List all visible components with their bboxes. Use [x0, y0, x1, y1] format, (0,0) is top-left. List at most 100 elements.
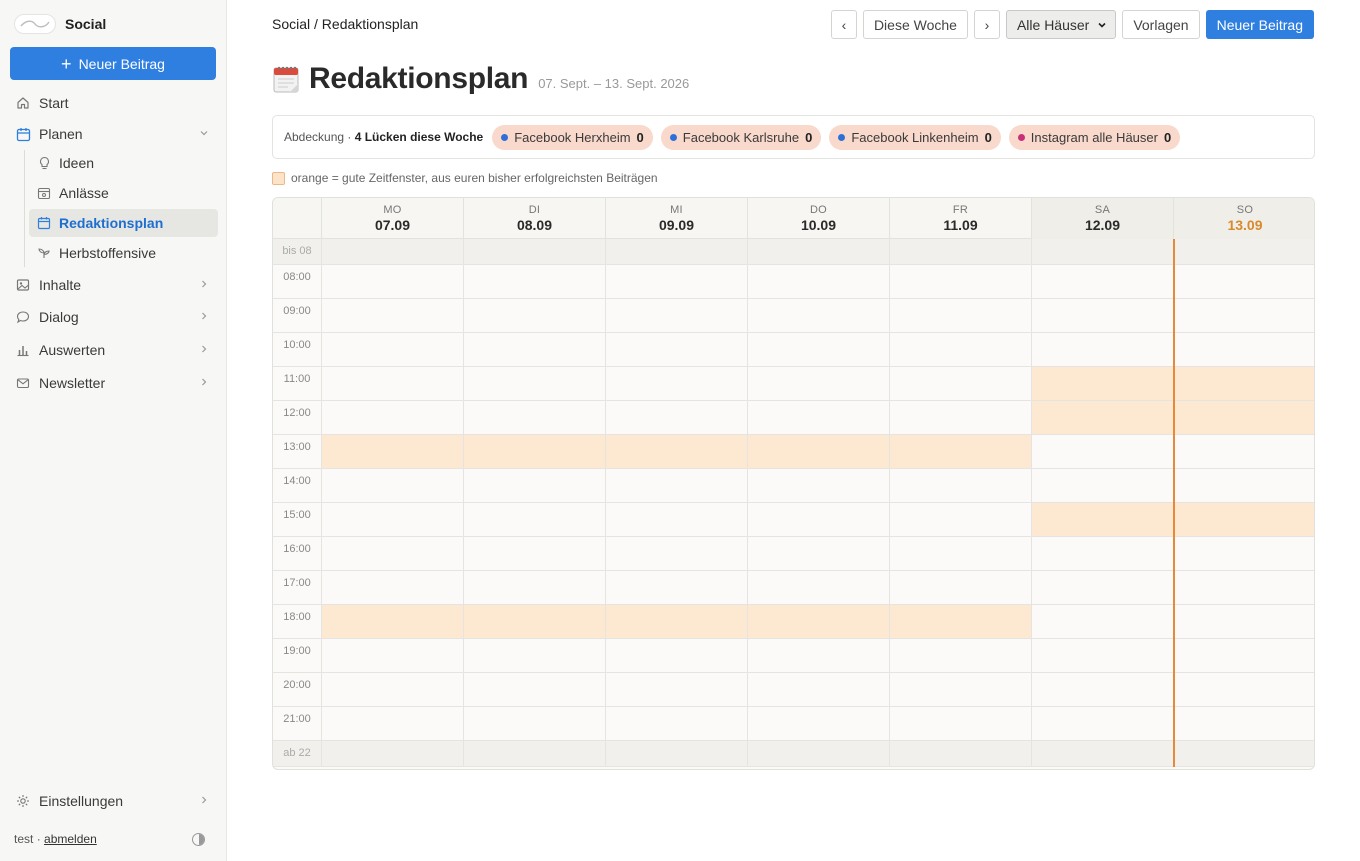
time-slot[interactable]	[321, 707, 463, 740]
time-slot[interactable]	[1031, 673, 1173, 706]
new-post-button[interactable]: Neuer Beitrag	[1205, 10, 1314, 39]
time-slot[interactable]	[605, 401, 747, 434]
sidebar-item-auswerten[interactable]: Auswerten	[10, 336, 218, 364]
time-slot-good[interactable]	[463, 435, 605, 468]
time-slot[interactable]	[1031, 571, 1173, 604]
time-slot[interactable]	[321, 673, 463, 706]
brand[interactable]: Social	[14, 12, 106, 36]
time-slot[interactable]	[463, 673, 605, 706]
coverage-chip[interactable]: Facebook Karlsruhe 0	[660, 124, 822, 150]
time-slot[interactable]	[889, 673, 1031, 706]
time-slot-good[interactable]	[1031, 503, 1173, 536]
time-slot[interactable]	[1173, 239, 1314, 264]
time-slot[interactable]	[1173, 639, 1314, 672]
time-slot[interactable]	[463, 741, 605, 766]
sidebar-item-einstellungen[interactable]: Einstellungen	[10, 787, 218, 815]
time-slot[interactable]	[747, 333, 889, 366]
time-slot[interactable]	[1031, 707, 1173, 740]
time-slot-good[interactable]	[747, 435, 889, 468]
coverage-chip[interactable]: Facebook Herxheim 0	[492, 124, 653, 150]
time-slot[interactable]	[1031, 639, 1173, 672]
time-slot[interactable]	[463, 707, 605, 740]
sidebar-item-planen[interactable]: Planen	[10, 120, 218, 148]
time-slot[interactable]	[1173, 299, 1314, 332]
time-slot-good[interactable]	[1173, 367, 1314, 400]
time-slot[interactable]	[889, 741, 1031, 766]
time-slot[interactable]	[1173, 435, 1314, 468]
time-slot[interactable]	[605, 503, 747, 536]
logout-link[interactable]: abmelden	[44, 832, 97, 846]
time-slot[interactable]	[889, 333, 1031, 366]
time-slot[interactable]	[889, 469, 1031, 502]
this-week-button[interactable]: Diese Woche	[862, 10, 968, 39]
sidebar-item-inhalte[interactable]: Inhalte	[10, 271, 218, 299]
time-slot[interactable]	[1031, 605, 1173, 638]
new-post-sidebar-button[interactable]: + Neuer Beitrag	[10, 47, 216, 80]
next-week-button[interactable]: ›	[973, 10, 1000, 39]
time-slot[interactable]	[605, 639, 747, 672]
time-slot[interactable]	[747, 741, 889, 766]
day-header[interactable]: DO 10.09	[747, 198, 889, 239]
time-slot[interactable]	[1031, 741, 1173, 766]
time-slot[interactable]	[1173, 265, 1314, 298]
time-slot[interactable]	[321, 239, 463, 264]
time-slot[interactable]	[889, 503, 1031, 536]
time-slot-good[interactable]	[889, 605, 1031, 638]
time-slot[interactable]	[605, 265, 747, 298]
day-header[interactable]: SA 12.09	[1031, 198, 1173, 239]
time-slot-good[interactable]	[1173, 503, 1314, 536]
prev-week-button[interactable]: ‹	[830, 10, 857, 39]
time-slot[interactable]	[463, 265, 605, 298]
time-slot[interactable]	[1031, 333, 1173, 366]
day-header[interactable]: SO 13.09	[1173, 198, 1314, 239]
time-slot[interactable]	[889, 537, 1031, 570]
time-slot[interactable]	[1173, 707, 1314, 740]
time-slot[interactable]	[463, 299, 605, 332]
time-slot[interactable]	[321, 571, 463, 604]
time-slot[interactable]	[889, 639, 1031, 672]
time-slot[interactable]	[605, 367, 747, 400]
time-slot[interactable]	[605, 239, 747, 264]
time-slot[interactable]	[321, 333, 463, 366]
day-header[interactable]: FR 11.09	[889, 198, 1031, 239]
time-slot[interactable]	[747, 299, 889, 332]
time-slot[interactable]	[1173, 333, 1314, 366]
house-select[interactable]: Alle Häuser	[1005, 10, 1117, 39]
time-slot[interactable]	[889, 367, 1031, 400]
sidebar-subitem-herbstoffensive[interactable]: Herbstoffensive	[29, 239, 218, 267]
time-slot[interactable]	[321, 299, 463, 332]
time-slot[interactable]	[321, 503, 463, 536]
sidebar-item-dialog[interactable]: Dialog	[10, 303, 218, 331]
time-slot[interactable]	[1173, 673, 1314, 706]
sidebar-subitem-ideen[interactable]: Ideen	[29, 149, 218, 177]
time-slot[interactable]	[1031, 239, 1173, 264]
time-slot-good[interactable]	[605, 605, 747, 638]
time-slot[interactable]	[605, 537, 747, 570]
day-header[interactable]: DI 08.09	[463, 198, 605, 239]
time-slot[interactable]	[747, 239, 889, 264]
time-slot[interactable]	[747, 503, 889, 536]
time-slot[interactable]	[321, 401, 463, 434]
time-slot[interactable]	[463, 401, 605, 434]
time-slot[interactable]	[321, 265, 463, 298]
time-slot[interactable]	[889, 265, 1031, 298]
coverage-chip[interactable]: Facebook Linkenheim 0	[829, 124, 1001, 150]
time-slot[interactable]	[889, 571, 1031, 604]
time-slot[interactable]	[747, 401, 889, 434]
time-slot[interactable]	[1173, 537, 1314, 570]
time-slot[interactable]	[463, 571, 605, 604]
time-slot-good[interactable]	[605, 435, 747, 468]
time-slot[interactable]	[1031, 299, 1173, 332]
time-slot[interactable]	[747, 571, 889, 604]
time-slot[interactable]	[747, 469, 889, 502]
time-slot[interactable]	[889, 707, 1031, 740]
time-slot[interactable]	[1031, 435, 1173, 468]
time-slot[interactable]	[321, 741, 463, 766]
time-slot-good[interactable]	[463, 605, 605, 638]
time-slot[interactable]	[463, 239, 605, 264]
time-slot[interactable]	[605, 469, 747, 502]
time-slot[interactable]	[747, 367, 889, 400]
time-slot[interactable]	[463, 333, 605, 366]
time-slot[interactable]	[605, 673, 747, 706]
time-slot[interactable]	[747, 639, 889, 672]
